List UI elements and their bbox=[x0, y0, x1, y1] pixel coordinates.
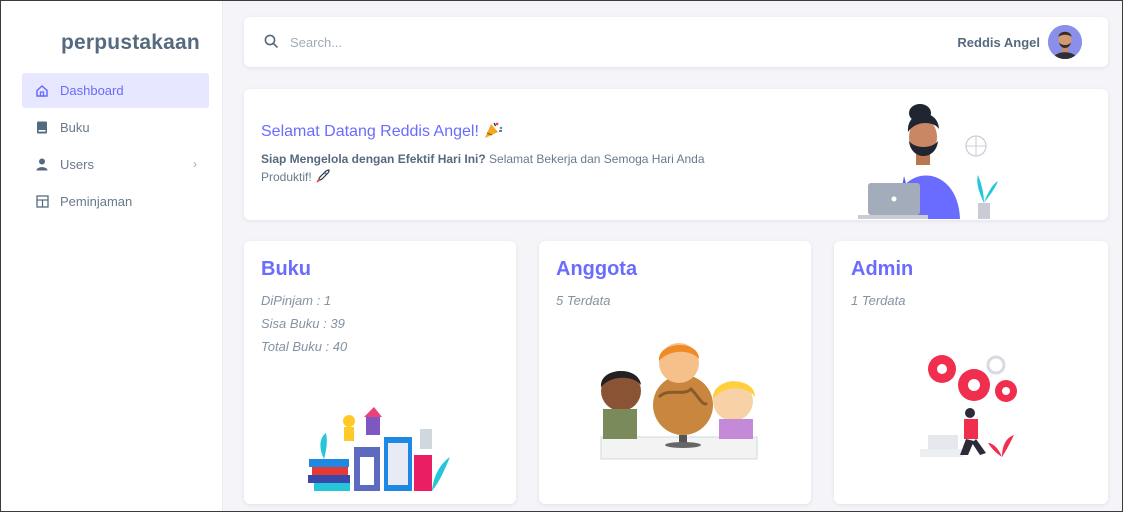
sidebar-item-users[interactable]: Users › bbox=[22, 147, 209, 182]
rocket-icon bbox=[315, 169, 331, 184]
welcome-text-bold: Siap Mengelola dengan Efektif Hari Ini? bbox=[261, 152, 486, 166]
chevron-right-icon: › bbox=[193, 157, 197, 171]
search-input[interactable] bbox=[290, 29, 690, 55]
sidebar-item-label: Dashboard bbox=[60, 83, 124, 98]
avatar[interactable] bbox=[1048, 25, 1082, 59]
card-line-admin-count: 1 Terdata bbox=[851, 293, 906, 308]
welcome-title-text: Selamat Datang Reddis Angel! bbox=[261, 123, 479, 140]
card-line-dipinjam: DiPinjam : 1 bbox=[261, 293, 332, 308]
sidebar-item-label: Users bbox=[60, 157, 94, 172]
sidebar-item-dashboard[interactable]: Dashboard bbox=[22, 73, 209, 108]
gears-illustration bbox=[920, 347, 1030, 464]
table-icon bbox=[34, 194, 50, 210]
search-icon bbox=[264, 34, 279, 54]
welcome-text: Siap Mengelola dengan Efektif Hari Ini? … bbox=[261, 150, 731, 186]
user-name[interactable]: Reddis Angel bbox=[957, 35, 1040, 50]
books-illustration bbox=[304, 407, 454, 496]
welcome-title: Selamat Datang Reddis Angel! bbox=[261, 121, 503, 141]
party-popper-icon bbox=[483, 122, 503, 140]
sidebar: perpustakaan Dashboard Buku Users › Pemi… bbox=[1, 1, 223, 511]
stat-card-admin[interactable]: Admin 1 Terdata bbox=[834, 241, 1108, 504]
card-line-total-buku: Total Buku : 40 bbox=[261, 339, 348, 354]
card-title: Admin bbox=[851, 258, 914, 280]
stat-card-buku[interactable]: Buku DiPinjam : 1 Sisa Buku : 39 Total B… bbox=[244, 241, 516, 504]
book-icon bbox=[34, 120, 50, 136]
user-icon bbox=[34, 157, 50, 173]
stat-card-anggota[interactable]: Anggota 5 Terdata bbox=[539, 241, 811, 504]
card-title: Buku bbox=[261, 258, 311, 280]
app-frame: perpustakaan Dashboard Buku Users › Pemi… bbox=[0, 0, 1123, 512]
home-icon bbox=[34, 83, 50, 99]
brand-logo-text[interactable]: perpustakaan bbox=[61, 31, 200, 55]
card-title: Anggota bbox=[556, 258, 638, 280]
sidebar-item-label: Buku bbox=[60, 120, 90, 135]
sidebar-item-peminjaman[interactable]: Peminjaman bbox=[22, 184, 209, 219]
welcome-card: Selamat Datang Reddis Angel! Siap Mengel… bbox=[244, 89, 1108, 220]
sidebar-menu: Dashboard Buku Users › Peminjaman bbox=[22, 73, 209, 221]
card-line-anggota-count: 5 Terdata bbox=[556, 293, 611, 308]
sidebar-item-label: Peminjaman bbox=[60, 194, 133, 209]
top-navbar: Reddis Angel bbox=[244, 17, 1108, 67]
kids-globe-illustration bbox=[587, 341, 767, 466]
card-line-sisa-buku: Sisa Buku : 39 bbox=[261, 316, 345, 331]
man-laptop-illustration bbox=[858, 101, 1008, 224]
sidebar-item-buku[interactable]: Buku bbox=[22, 110, 209, 145]
